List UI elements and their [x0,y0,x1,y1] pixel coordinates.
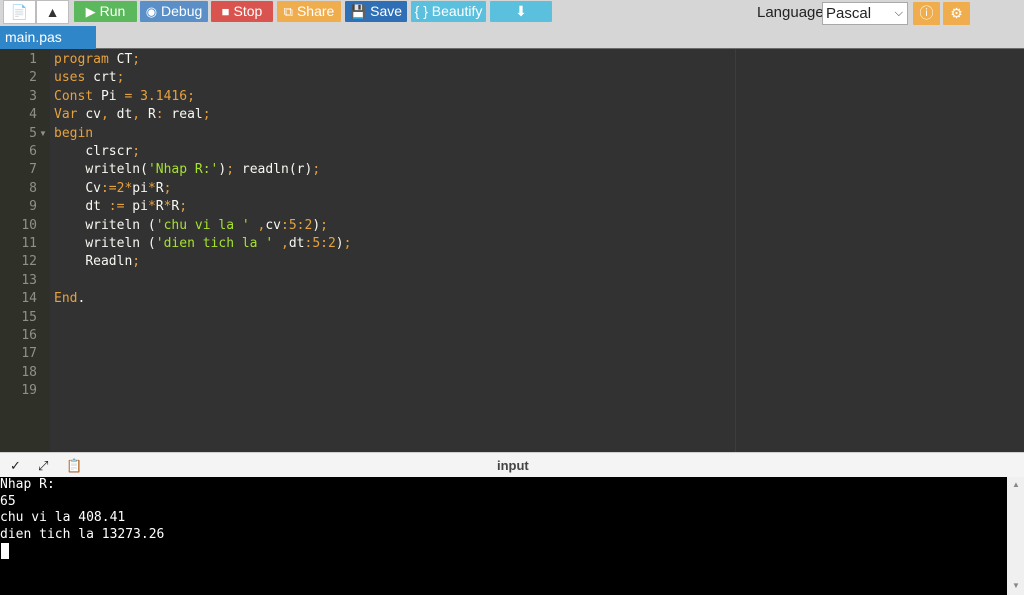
line-number: 4 [29,107,37,123]
io-panel-header: ✓ ⤢ 📋 input [0,452,1024,477]
terminal-output[interactable]: Nhap R: 65 chu vi la 408.41 dien tich la… [0,477,1007,595]
output-line: chu vi la 408.41 [0,510,126,525]
line-number: 8 [29,180,37,196]
code-line-11: writeln ('dien tich la ' ,dt:5:2); [85,236,352,251]
line-number: 11 [21,236,37,251]
line-number: 9 [29,199,37,215]
print-margin [735,49,736,452]
terminal-cursor [1,543,9,559]
output-line: Nhap R: [0,477,55,492]
code-line-9: dt := pi*R*R; [85,199,188,215]
file-icon: 📄 [10,4,29,20]
settings-button[interactable]: ⚙ [943,2,970,25]
share-button[interactable]: ⧉ Share [277,1,341,22]
stop-button[interactable]: ■ Stop [211,1,273,22]
chevron-down-icon: ⌵ [894,7,903,19]
chevron-down-icon[interactable]: ✓ [10,458,21,474]
toolbar: 📄 ▲ ▶ Run ◉ Debug ■ Stop ⧉ Share 💾 Save { } B… [0,0,1024,26]
code-editor[interactable]: 1 2 3 4 5 6 7 8 9 10 11 12 13 14 15 16 17 18 19 ▼ program … [0,49,1024,452]
io-panel-title: input [497,458,529,473]
terminal-scrollbar[interactable]: ▲ ▼ [1007,477,1024,595]
line-number: 14 [21,291,37,307]
download-icon: ⬇ [515,3,527,19]
output-line: dien tich la 13273.26 [0,526,165,542]
debug-button[interactable]: ◉ Debug [140,1,208,22]
save-icon: 💾 [349,4,367,19]
line-number: 6 [29,144,37,159]
scroll-down-icon[interactable]: ▼ [1012,581,1020,590]
line-number: 13 [21,272,37,288]
line-number: 7 [29,162,37,178]
code-line-8: Cv:=2*pi*R; [85,180,172,196]
line-number: 3 [29,88,37,104]
line-number: 5 [29,125,37,141]
code-line-4: Var cv, dt, R: real; [54,107,211,123]
play-icon: ▶ [85,4,96,19]
output-line: 65 [0,493,16,509]
upload-icon: ▲ [45,4,60,20]
line-number: 12 [21,254,37,270]
line-number: 2 [29,70,37,86]
line-number: 19 [21,383,37,399]
line-number: 10 [21,217,37,233]
code-line-6: clrscr; [85,144,141,159]
expand-icon[interactable]: ⤢ [38,458,48,474]
code-line-7: writeln('Nhap R:'); readln(r); [85,162,321,178]
stop-icon: ■ [221,4,230,19]
code-line-5: begin [54,125,94,141]
language-label: Language [757,4,824,21]
code-line-2: uses crt; [54,70,125,86]
code-line-12: Readln; [85,254,141,270]
fold-arrow-icon[interactable]: ▼ [39,129,47,138]
line-number: 1 [29,52,37,67]
language-select[interactable]: Pascal ⌵ [822,2,908,25]
gear-icon: ⚙ [950,5,963,21]
line-number: 15 [21,309,37,325]
debug-icon: ◉ [145,4,158,19]
save-button[interactable]: 💾 Save [345,1,407,22]
beautify-button[interactable]: { } Beautify [411,1,486,22]
line-number: 17 [21,346,37,362]
run-button[interactable]: ▶ Run [74,1,137,22]
new-file-button[interactable]: 📄 [3,0,36,24]
download-button[interactable]: ⬇ [490,1,552,22]
clipboard-icon[interactable]: 📋 [66,458,82,474]
info-icon: ⓘ [919,5,934,21]
code-line-3: Const Pi = 3.1416; [54,88,195,104]
line-number: 16 [21,328,37,343]
share-icon: ⧉ [283,4,293,19]
scroll-up-icon[interactable]: ▲ [1012,480,1020,489]
line-number: 18 [21,364,37,380]
tab-main-pas[interactable]: main.pas [0,26,96,49]
info-button[interactable]: ⓘ [913,2,940,25]
code-line-10: writeln ('chu vi la ' ,cv:5:2); [85,217,328,233]
code-line-14: End. [54,291,86,307]
tab-bar: main.pas [0,26,1024,49]
code-line-1: program CT; [54,52,141,67]
upload-button[interactable]: ▲ [36,0,69,24]
